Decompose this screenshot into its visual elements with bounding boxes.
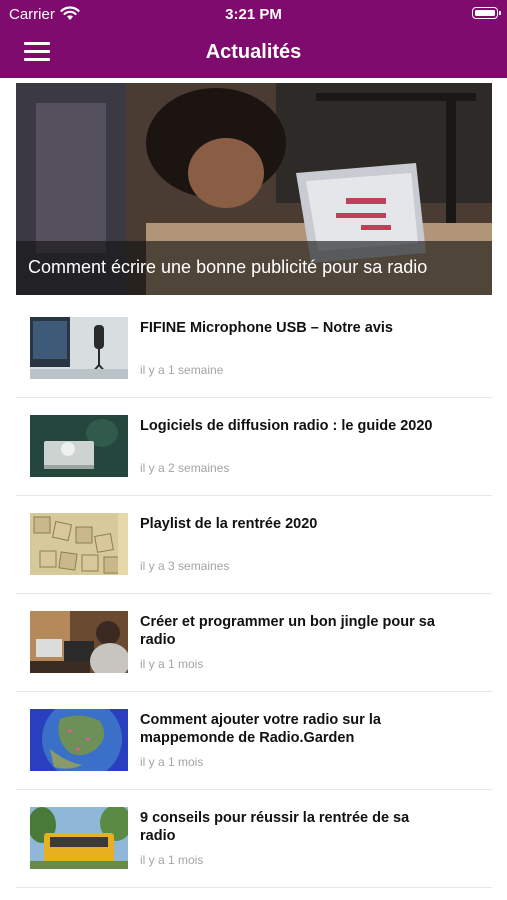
clock: 3:21 PM	[225, 6, 282, 23]
article-thumbnail	[30, 611, 128, 673]
article-time: il y a 1 mois	[140, 755, 204, 769]
list-item[interactable]: Playlist de la rentrée 2020 il y a 3 sem…	[16, 496, 492, 594]
article-list: FIFINE Microphone USB – Notre avis il y …	[16, 300, 492, 888]
featured-title: Comment écrire une bonne publicité pour …	[28, 257, 428, 277]
list-item[interactable]: Comment ajouter votre radio sur la mappe…	[16, 692, 492, 790]
article-title: FIFINE Microphone USB – Notre avis	[140, 320, 393, 336]
page-title: Actualités	[205, 41, 302, 63]
list-item[interactable]: FIFINE Microphone USB – Notre avis il y …	[16, 300, 492, 398]
article-time: il y a 1 mois	[140, 657, 204, 671]
article-title: Logiciels de diffusion radio : le guide …	[140, 418, 433, 434]
list-item[interactable]: Logiciels de diffusion radio : le guide …	[16, 398, 492, 496]
featured-caption: Comment écrire une bonne publicité pour …	[16, 241, 492, 295]
list-item[interactable]: Créer et programmer un bon jingle pour s…	[16, 594, 492, 692]
article-thumbnail	[30, 807, 128, 869]
list-item[interactable]: 9 conseils pour réussir la rentrée de sa…	[16, 790, 492, 888]
article-thumbnail	[30, 415, 128, 477]
article-thumbnail	[30, 709, 128, 771]
article-title: Comment ajouter votre radio sur la mappe…	[140, 712, 381, 746]
article-title: Playlist de la rentrée 2020	[140, 516, 318, 532]
article-thumbnail	[30, 513, 128, 575]
article-title: Créer et programmer un bon jingle pour s…	[140, 614, 435, 648]
status-bar: Carrier 3:21 PM	[0, 0, 507, 28]
article-time: il y a 1 semaine	[140, 363, 224, 377]
article-time: il y a 3 semaines	[140, 559, 230, 573]
article-time: il y a 1 mois	[140, 853, 204, 867]
article-time: il y a 2 semaines	[140, 461, 230, 475]
app-header: Carrier 3:21 PM Actualités	[0, 0, 507, 78]
battery-icon	[472, 7, 501, 19]
article-title: 9 conseils pour réussir la rentrée de sa…	[140, 810, 410, 844]
article-thumbnail	[30, 317, 128, 379]
featured-article[interactable]: Comment écrire une bonne publicité pour …	[16, 83, 492, 295]
